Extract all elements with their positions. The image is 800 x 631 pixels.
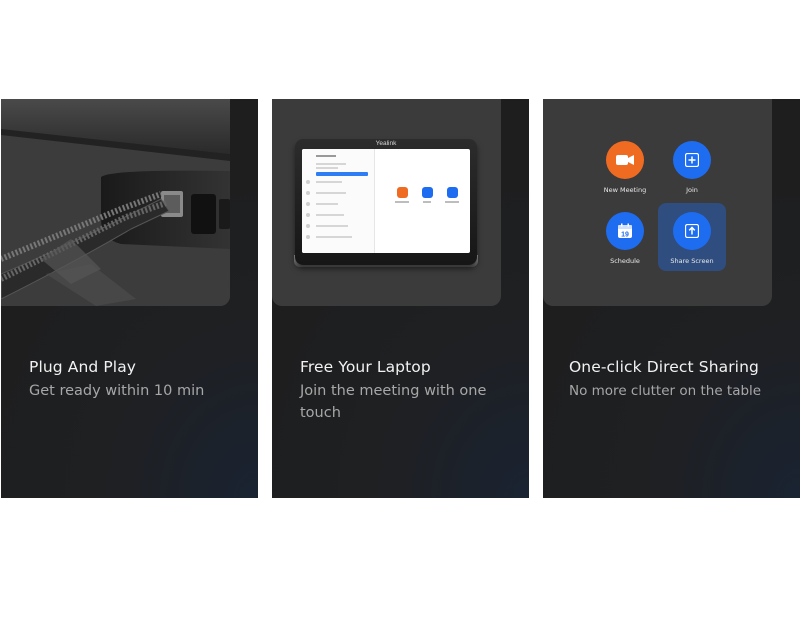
share-screen-app[interactable]: Share Screen (654, 212, 730, 265)
feature-card-direct-sharing: New Meeting Join 19 Schedule Share Scree… (543, 99, 800, 498)
join-app[interactable]: Join (654, 141, 730, 194)
card-title: Plug And Play (29, 358, 137, 376)
feature-card-free-your-laptop: Yealink Free Your Laptop Join the meetin… (272, 99, 529, 498)
screen-join-icon (422, 187, 433, 198)
card-title: Free Your Laptop (300, 358, 431, 376)
hardware-connector-image (1, 99, 230, 306)
schedule-app[interactable]: 19 Schedule (587, 212, 663, 265)
new-meeting-app[interactable]: New Meeting (587, 141, 663, 194)
share-up-arrow-icon (673, 212, 711, 250)
card-subtitle: Join the meeting with one touch (300, 383, 487, 421)
video-camera-icon (606, 141, 644, 179)
app-launcher-panel: New Meeting Join 19 Schedule Share Scree… (543, 99, 772, 306)
device-screen (302, 149, 470, 253)
app-label: New Meeting (603, 186, 647, 194)
screen-new-meeting-icon (397, 187, 408, 198)
app-label: Schedule (610, 257, 640, 265)
device-brand-logo: Yealink (375, 140, 397, 147)
usb-cable-photo (1, 99, 230, 306)
card-subtitle: No more clutter on the table (569, 383, 762, 399)
calendar-icon: 19 (606, 212, 644, 250)
plus-icon (673, 141, 711, 179)
app-label: Join (686, 186, 698, 194)
screen-meeting-list (302, 149, 375, 253)
screen-share-icon (447, 187, 458, 198)
screen-join-button (316, 172, 368, 176)
touch-panel-device: Yealink (295, 139, 477, 265)
app-label: Share Screen (670, 257, 714, 265)
svg-text:19: 19 (621, 232, 629, 239)
tablet-image-panel: Yealink (272, 99, 501, 306)
card-subtitle: Get ready within 10 min (29, 383, 205, 399)
feature-card-plug-and-play: Plug And Play Get ready within 10 min (1, 99, 258, 498)
card-title: One-click Direct Sharing (569, 358, 759, 376)
